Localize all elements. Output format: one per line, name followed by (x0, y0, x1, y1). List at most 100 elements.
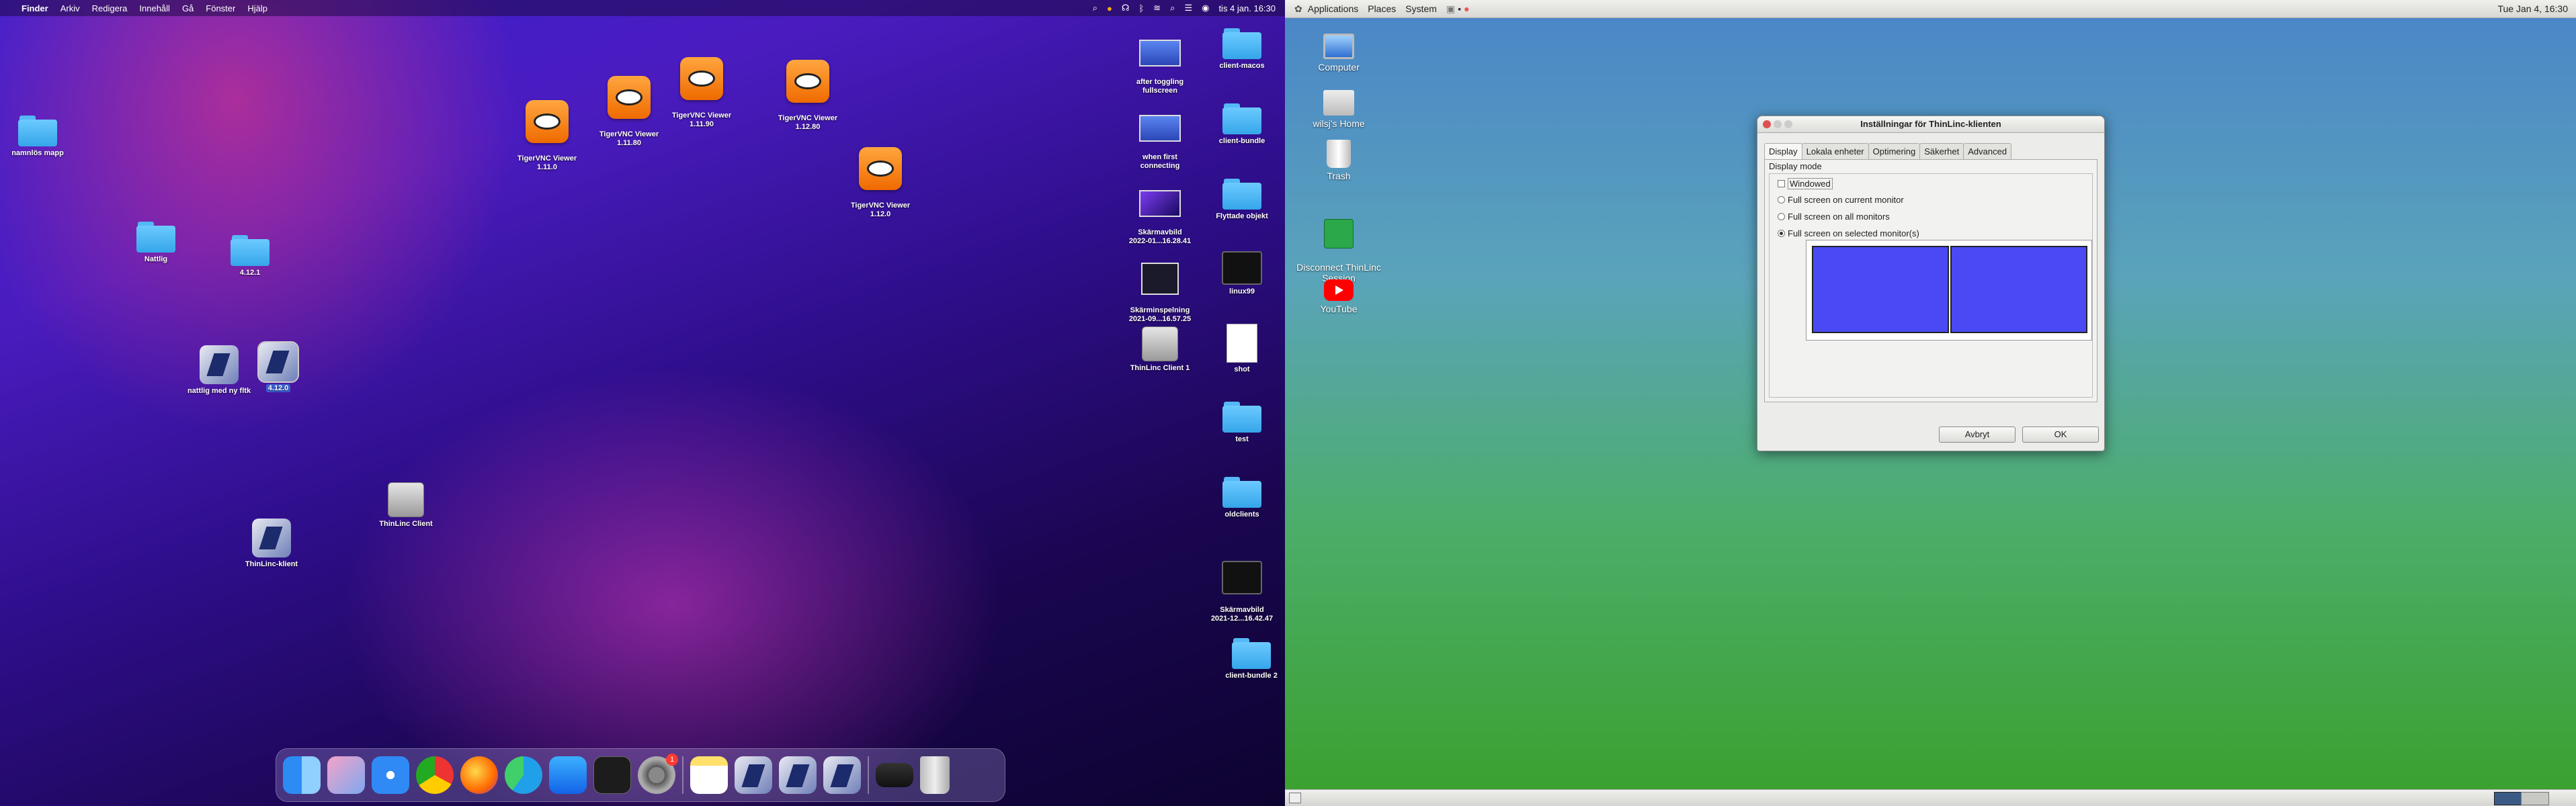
option-fullscreen-all[interactable]: Full screen on all monitors (1778, 212, 1890, 222)
system-preferences-icon[interactable]: 1 (638, 754, 678, 794)
app-store-icon[interactable] (549, 756, 587, 794)
safari-icon[interactable] (372, 756, 409, 794)
desktop-file-after-toggling[interactable]: after toggling fullscreen (1113, 31, 1207, 104)
monitor-selector (1806, 240, 2092, 341)
linux-desktop-home[interactable]: wilsj's Home (1285, 90, 1393, 129)
desktop-app-tigervnc-1120[interactable]: TigerVNC Viewer 1.12.0 (833, 138, 927, 228)
monitor-2[interactable] (1950, 246, 2087, 333)
desktop-folder-namnlos[interactable]: namnlös mapp (0, 116, 85, 158)
tigervnc-icon (526, 100, 569, 143)
show-desktop-icon[interactable] (1289, 793, 1301, 803)
notes-icon[interactable] (690, 756, 728, 794)
mac-clock[interactable]: tis 4 jan. 16:30 (1218, 3, 1276, 13)
menu-fonster[interactable]: Fönster (206, 3, 235, 13)
edge-icon[interactable] (505, 756, 542, 794)
thinlinc-dock-icon[interactable] (779, 756, 817, 794)
desktop-app-tigervnc-1110[interactable]: TigerVNC Viewer 1.11.0 (500, 91, 594, 181)
radio-fullscreen-current[interactable] (1778, 196, 1785, 204)
desktop-file-skarminspelning[interactable]: Skärminspelning 2021-09...16.57.25 (1113, 254, 1207, 332)
desktop-file-shot[interactable]: shot (1195, 324, 1285, 374)
linux-desktop-computer[interactable]: Computer (1285, 34, 1393, 73)
workspace-2[interactable] (2521, 792, 2549, 805)
linux-desktop-youtube[interactable]: YouTube (1285, 279, 1393, 314)
tigervnc-icon (859, 147, 902, 190)
desktop-folder-client-bundle[interactable]: client-bundle (1195, 103, 1285, 146)
radio-fullscreen-all[interactable] (1778, 213, 1785, 220)
close-icon[interactable] (1763, 120, 1771, 128)
menu-arkiv[interactable]: Arkiv (60, 3, 80, 13)
maximize-icon[interactable] (1784, 120, 1792, 128)
thinlinc-dock-icon[interactable] (735, 756, 772, 794)
menu-innehall[interactable]: Innehåll (139, 3, 170, 13)
desktop-folder-client-macos[interactable]: client-macos (1195, 28, 1285, 71)
desktop-disk-thinlinc-client-1[interactable]: ThinLinc Client 1 (1113, 326, 1207, 373)
downloads-stack-icon[interactable] (876, 763, 913, 787)
desktop-folder-test[interactable]: test (1195, 402, 1285, 444)
desktop-folder-4121[interactable]: 4.12.1 (203, 235, 297, 277)
menu-finder[interactable]: Finder (22, 3, 48, 13)
desktop-disk-thinlinc-client[interactable]: ThinLinc Client (359, 482, 453, 529)
launcher-icon[interactable]: ▣ (1446, 3, 1455, 15)
desktop-folder-flyttade[interactable]: Flyttade objekt (1195, 179, 1285, 221)
menu-hjalp[interactable]: Hjälp (247, 3, 267, 13)
tigervnc-icon (680, 57, 723, 100)
terminal-launcher-icon[interactable]: ▪ (1458, 3, 1461, 14)
workspace-1[interactable] (2494, 792, 2522, 805)
control-center-icon[interactable]: ☰ (1184, 3, 1192, 13)
cancel-button[interactable]: Avbryt (1939, 427, 2016, 443)
minimize-icon[interactable] (1774, 120, 1782, 128)
desktop-file-skarmavbild-1[interactable]: Skärmavbild 2022-01...16.28.41 (1113, 181, 1207, 255)
tab-advanced[interactable]: Advanced (1963, 143, 2012, 159)
desktop-file-skarmavbild-2[interactable]: Skärmavbild 2021-12...16.42.47 (1195, 552, 1285, 632)
wifi-icon[interactable]: ≋ (1153, 3, 1161, 13)
option-fullscreen-current[interactable]: Full screen on current monitor (1778, 195, 1904, 205)
search-icon[interactable]: ⌕ (1170, 3, 1175, 13)
exit-icon (1324, 219, 1354, 249)
menu-ga[interactable]: Gå (182, 3, 194, 13)
desktop-app-4120[interactable]: 4.12.0 (231, 341, 325, 393)
menu-redigera[interactable]: Redigera (92, 3, 128, 13)
desktop-file-when-first[interactable]: when first connecting (1113, 106, 1207, 179)
chrome-icon[interactable] (416, 756, 454, 794)
menu-system[interactable]: System (1405, 3, 1437, 14)
gnome-clock[interactable]: Tue Jan 4, 16:30 (2497, 0, 2568, 17)
trash-icon[interactable] (920, 756, 950, 794)
tab-sakerhet[interactable]: Säkerhet (1919, 143, 1964, 159)
desktop-folder-nattlig[interactable]: Nattlig (109, 222, 203, 264)
monitor-1[interactable] (1812, 246, 1949, 333)
gnome-foot-icon[interactable]: ✿ (1294, 3, 1302, 15)
finder-icon[interactable] (283, 756, 321, 794)
desktop-app-tigervnc-11280[interactable]: TigerVNC Viewer 1.12.80 (761, 51, 855, 140)
linux-desktop-trash[interactable]: Trash (1285, 140, 1393, 181)
thinlinc-settings-dialog: Inställningar för ThinLinc-klienten Disp… (1757, 116, 2105, 451)
thinlinc-dock-icon[interactable] (823, 756, 861, 794)
launchpad-icon[interactable] (327, 756, 365, 794)
desktop-folder-oldclients[interactable]: oldclients (1195, 477, 1285, 519)
mac-status-area: ⌕ ● ☊ ᛒ ≋ ⌕ ☰ ◉ tis 4 jan. 16:30 (1093, 0, 1276, 16)
tab-lokala-enheter[interactable]: Lokala enheter (1801, 143, 1869, 159)
tab-display[interactable]: Display (1764, 143, 1802, 159)
firefox-launcher-icon[interactable]: ● (1464, 3, 1469, 14)
headphones-icon[interactable]: ☊ (1122, 3, 1130, 13)
radio-fullscreen-selected[interactable] (1778, 230, 1785, 237)
tiger-status-icon[interactable]: ● (1107, 3, 1112, 13)
bluetooth-icon[interactable]: ᛒ (1138, 3, 1144, 13)
disk-icon (388, 482, 424, 517)
gnome-bottom-panel (1285, 789, 2576, 806)
terminal-icon[interactable] (593, 756, 631, 794)
firefox-icon[interactable] (460, 756, 498, 794)
windowed-checkbox[interactable] (1778, 180, 1785, 187)
ok-button[interactable]: OK (2022, 427, 2099, 443)
binoculars-icon[interactable]: ⌕ (1093, 3, 1097, 13)
desktop-folder-client-bundle-2[interactable]: client-bundle 2 (1204, 638, 1285, 680)
menu-applications[interactable]: Applications (1308, 3, 1359, 14)
desktop-app-tigervnc-11190[interactable]: TigerVNC Viewer 1.11.90 (655, 48, 749, 138)
desktop-file-linux99[interactable]: linux99 (1195, 251, 1285, 296)
menu-places[interactable]: Places (1368, 3, 1396, 14)
tab-optimering[interactable]: Optimering (1868, 143, 1921, 159)
dialog-titlebar[interactable]: Inställningar för ThinLinc-klienten (1757, 116, 2104, 133)
option-fullscreen-selected[interactable]: Full screen on selected monitor(s) (1778, 228, 1919, 238)
desktop-app-thinlinc-klient[interactable]: ThinLinc-klient (224, 519, 319, 569)
option-windowed[interactable]: Windowed (1778, 178, 1833, 189)
siri-icon[interactable]: ◉ (1202, 3, 1209, 13)
